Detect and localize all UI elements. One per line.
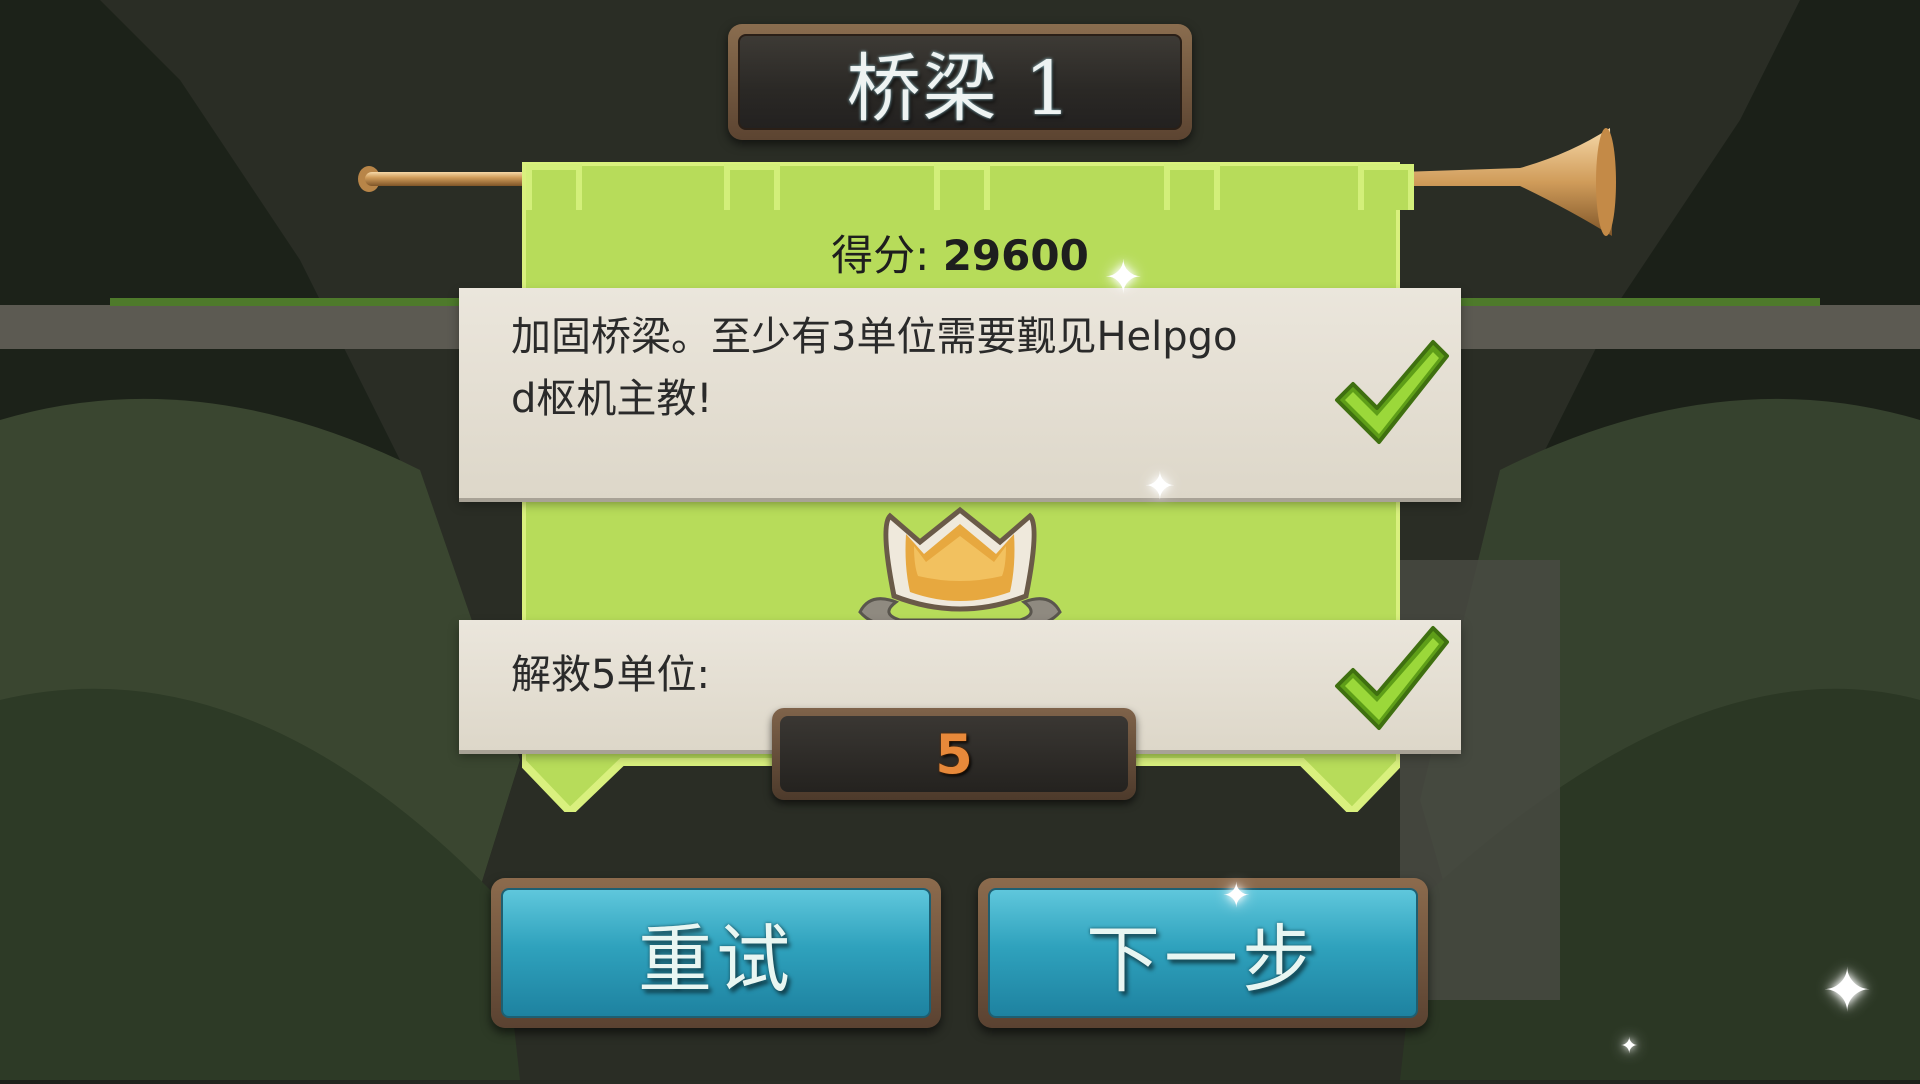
next-button-face[interactable]: 下一步: [988, 888, 1418, 1018]
objective-1-text: 加固桥梁。至少有3单位需要觐见Helpgo d枢机主教!: [511, 306, 1331, 430]
banner-tab: [724, 164, 780, 210]
sparkle-icon: ✦: [1104, 250, 1143, 304]
banner-tab: [1164, 164, 1220, 210]
retry-button[interactable]: 重试: [491, 878, 941, 1028]
sparkle-icon: ✦: [1222, 876, 1251, 916]
score-value: 29600: [942, 231, 1089, 280]
rescued-count: 5: [935, 722, 973, 786]
retry-button-face[interactable]: 重试: [501, 888, 931, 1018]
level-title: 桥梁 1: [846, 45, 1074, 132]
checkmark-icon: [1335, 340, 1449, 444]
title-plaque: 桥梁 1: [728, 24, 1192, 140]
objective-2-text: 解救5单位:: [511, 652, 710, 698]
banner-tab: [1358, 164, 1414, 210]
score-label: 得分:: [831, 231, 930, 280]
crown-icon: [858, 506, 1062, 627]
objective-1-line-1: 加固桥梁。至少有3单位需要觐见Helpgo: [511, 314, 1238, 360]
objective-panel-1: 加固桥梁。至少有3单位需要觐见Helpgo d枢机主教!: [459, 288, 1461, 498]
sparkle-icon: ✦: [1620, 1034, 1639, 1059]
next-button[interactable]: 下一步: [978, 878, 1428, 1028]
score-display: 得分: 29600: [0, 222, 1920, 283]
objective-1-line-2: d枢机主教!: [511, 376, 713, 422]
rescued-count-plaque: 5: [772, 708, 1136, 800]
retry-button-label: 重试: [638, 916, 794, 1003]
checkmark-icon: [1335, 626, 1449, 730]
banner-tab: [934, 164, 990, 210]
title-plaque-inner: 桥梁 1: [738, 34, 1182, 132]
rescued-count-inner: 5: [780, 716, 1128, 792]
next-button-label: 下一步: [1086, 916, 1320, 1003]
banner-tab: [526, 164, 582, 210]
sparkle-icon: ✦: [1822, 956, 1873, 1026]
sparkle-icon: ✦: [1144, 464, 1176, 508]
